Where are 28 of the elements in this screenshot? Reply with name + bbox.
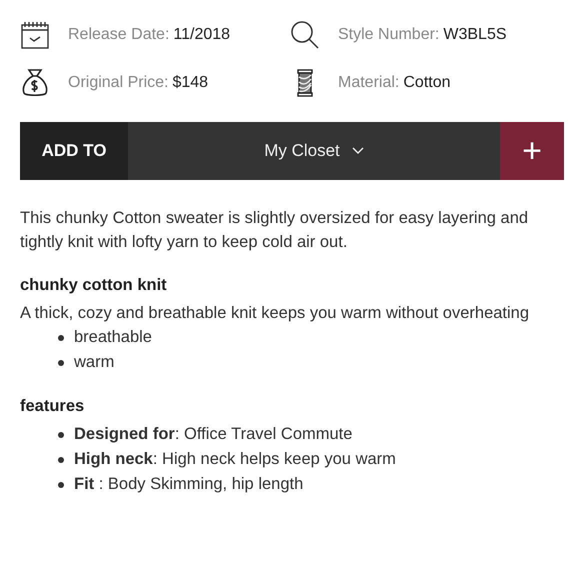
chevron-down-icon <box>352 147 364 155</box>
bullet-icon <box>58 456 64 462</box>
spec-value: $148 <box>172 74 208 91</box>
spec-value: 11/2018 <box>173 26 230 43</box>
spec-label: Style Number: <box>338 26 440 43</box>
search-icon <box>290 20 320 50</box>
list-item-text: Designed for: Office Travel Commute <box>74 424 352 445</box>
bullet-icon <box>58 360 64 366</box>
spec-label: Release Date: <box>68 26 170 43</box>
spec-label: Material: <box>338 74 400 91</box>
section-heading: features <box>20 397 86 416</box>
spec-value: Cotton <box>403 74 450 91</box>
list-item-text: warm <box>74 352 114 373</box>
spec-value: W3BL5S <box>443 26 507 43</box>
list-item-text: Fit : Body Skimming, hip length <box>74 474 304 495</box>
section-text: A thick, cozy and breathable knit keeps you warm without overheating <box>20 303 530 324</box>
section-heading: chunky cotton knit <box>20 276 168 295</box>
spec-label: Original Price: <box>68 74 168 91</box>
add-button[interactable]: + <box>500 122 564 180</box>
list-item-text: High neck: High neck helps keep you warm <box>74 449 396 470</box>
description-text: This chunky Cotton sweater is slightly oversized for easy layering and tightly knit with lofty yarn to keep cold air out. <box>20 208 530 253</box>
money-bag-icon <box>20 68 50 98</box>
bullet-icon <box>58 334 64 340</box>
bullet-icon <box>58 432 64 438</box>
calendar-icon <box>20 20 50 50</box>
bullet-icon <box>58 482 64 488</box>
list-item-text: breathable <box>74 327 152 348</box>
add-to-label: ADD TO <box>20 122 128 180</box>
